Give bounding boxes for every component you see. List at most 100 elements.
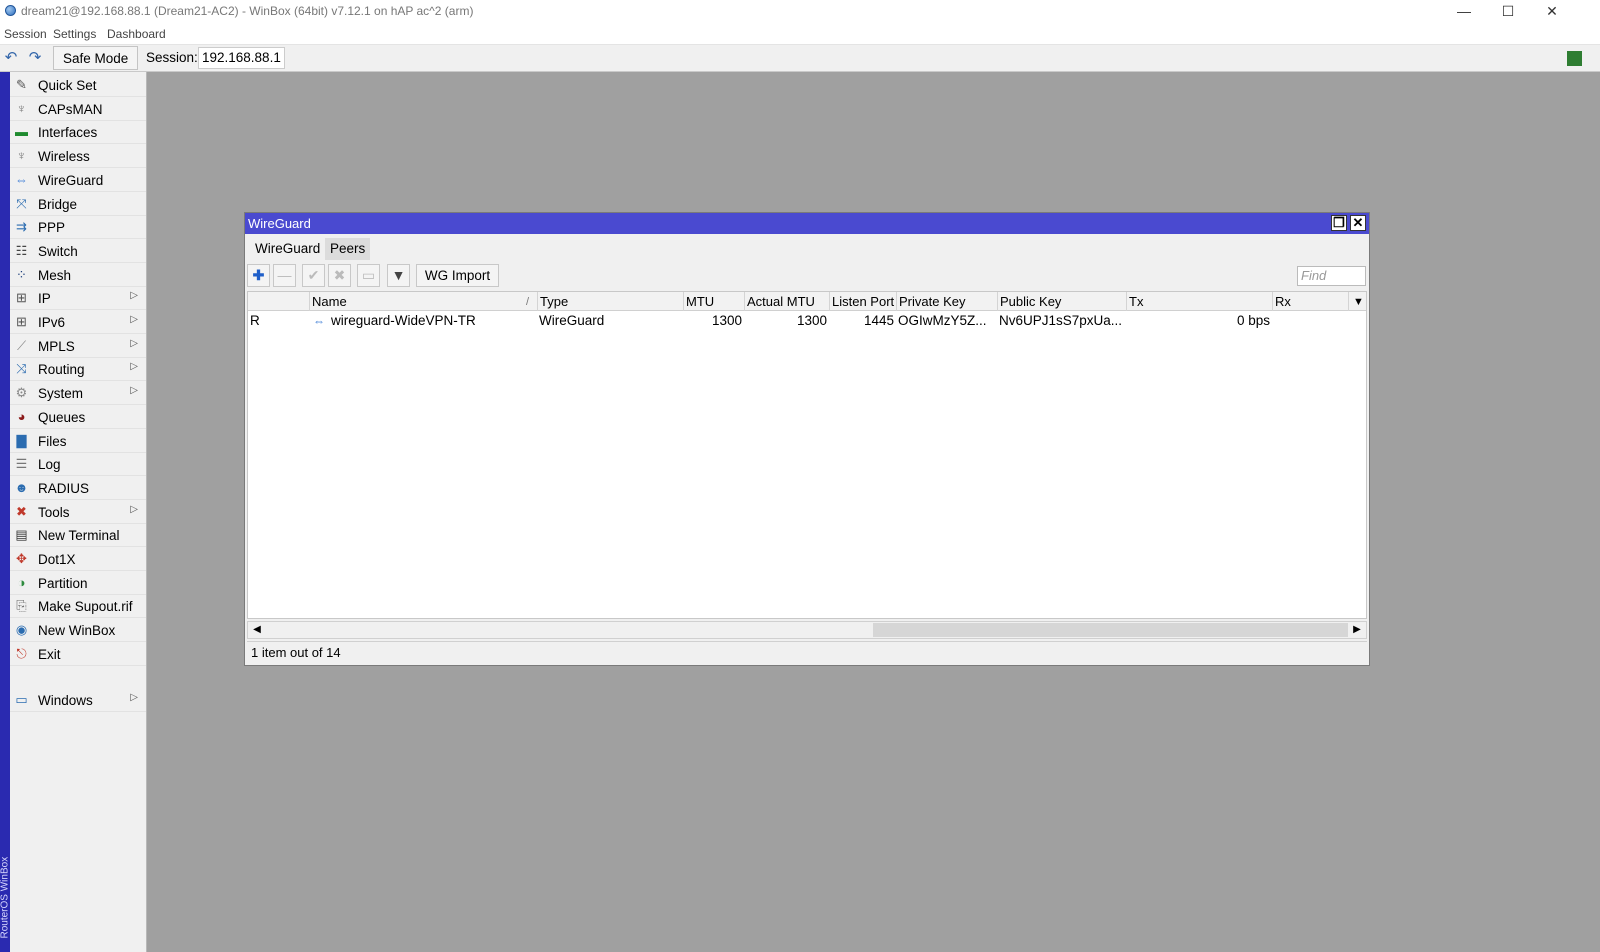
sidebar-item-wireguard[interactable]: ⇔ WireGuard	[10, 169, 146, 192]
col-name[interactable]: Name /	[309, 292, 537, 311]
sidebar-item-mpls[interactable]: ⟋ MPLS ▷	[10, 335, 146, 358]
sidebar-item-label: Routing	[38, 362, 85, 378]
scroll-thumb[interactable]	[873, 623, 1348, 637]
redo-icon[interactable]: ↷	[24, 48, 46, 68]
submenu-arrow-icon: ▷	[130, 361, 138, 373]
system-gear-icon: ⚙	[15, 385, 28, 401]
winbox-app-icon	[5, 5, 16, 16]
sidebar-item-label: New WinBox	[38, 623, 116, 639]
queues-icon: ◕	[17, 408, 26, 424]
sidebar-item-label: Queues	[38, 409, 86, 425]
sidebar-item-capsman[interactable]: ♆ CAPsMAN	[10, 98, 146, 121]
status-indicator	[1567, 51, 1582, 66]
log-icon: ☰	[15, 456, 28, 472]
sidebar-item-switch[interactable]: ☷ Switch	[10, 240, 146, 263]
sidebar-item-label: Bridge	[38, 196, 78, 212]
cell-tx: 0 bps	[1236, 313, 1270, 328]
col-name-label: Name	[312, 294, 347, 309]
sidebar-item-ip[interactable]: ⊞ IP ▷	[10, 287, 146, 311]
sidebar-item-mesh[interactable]: ⁘ Mesh	[10, 264, 146, 287]
sidebar-item-interfaces[interactable]: ▬ Interfaces	[10, 121, 146, 145]
tab-wireguard[interactable]: WireGuard	[250, 238, 326, 260]
sidebar-item-label: System	[38, 386, 84, 402]
brand-text: RouterOS WinBox	[0, 856, 10, 939]
interfaces-icon: ▬	[15, 124, 28, 140]
sidebar-item-label: Dot1X	[38, 552, 76, 567]
sidebar-item-ppp[interactable]: ⇉ PPP	[10, 216, 146, 240]
scroll-left-arrow-icon[interactable]: ◀	[248, 622, 266, 638]
columns-menu-icon[interactable]: ▼	[1348, 292, 1366, 311]
sidebar-item-quick-set[interactable]: ✎ Quick Set	[10, 74, 146, 97]
sidebar-item-new-terminal[interactable]: ▤ New Terminal	[10, 524, 146, 548]
find-input[interactable]: Find	[1297, 266, 1366, 286]
sidebar-item-files[interactable]: ▇ Files	[10, 430, 146, 453]
cell-type: WireGuard	[539, 313, 605, 328]
tab-peers[interactable]: Peers	[325, 238, 371, 260]
menu-dashboard[interactable]: Dashboard	[107, 27, 166, 41]
filter-icon[interactable]: ▼	[387, 264, 410, 287]
sidebar-item-exit[interactable]: ⎋ Exit	[10, 643, 146, 666]
sidebar-item-dot1x[interactable]: ✥ Dot1X	[10, 548, 146, 571]
menu-session[interactable]: Session	[4, 27, 47, 41]
sidebar-item-tools[interactable]: ✖ Tools ▷	[10, 501, 146, 524]
sidebar-item-windows[interactable]: ▭ Windows ▷	[10, 689, 146, 712]
comment-icon[interactable]: ▭	[357, 264, 380, 287]
routing-icon: ⤨	[16, 361, 27, 377]
sidebar-item-make-supout-rif[interactable]: ⎘ Make Supout.rif	[10, 595, 146, 619]
sidebar-item-label: Wireless	[38, 149, 90, 165]
wireguard-icon: ⇔	[15, 171, 28, 187]
sidebar-item-label: RADIUS	[38, 480, 90, 496]
sidebar-item-partition[interactable]: ◑ Partition	[10, 572, 146, 595]
sidebar-item-log[interactable]: ☰ Log	[10, 453, 146, 477]
cell-flag: R	[250, 313, 260, 328]
enable-icon[interactable]: ✔	[302, 264, 325, 287]
col-tx[interactable]: Tx	[1126, 292, 1272, 311]
col-public-key[interactable]: Public Key	[997, 292, 1126, 311]
col-listen-port[interactable]: Listen Port	[829, 292, 896, 311]
item-count: 1 item out of 14	[251, 645, 341, 660]
sidebar: ✎ Quick Set ♆ CAPsMAN ▬ Interfaces ♆ Wireless ⇔ W…	[10, 72, 147, 952]
col-flags[interactable]	[248, 292, 309, 311]
wg-import-button[interactable]: WG Import	[416, 264, 499, 287]
sidebar-item-ipv6[interactable]: ⊞ IPv6 ▷	[10, 311, 146, 334]
sidebar-item-routing[interactable]: ⤨ Routing ▷	[10, 358, 146, 382]
col-rx[interactable]: Rx	[1272, 292, 1348, 311]
col-private-key[interactable]: Private Key	[896, 292, 997, 311]
sidebar-item-wireless[interactable]: ♆ Wireless	[10, 145, 146, 169]
close-button[interactable]: ✕	[1530, 0, 1574, 23]
wireguard-window: WireGuard ❐ ✕ WireGuard Peers ✚ — ✔ ✖ ▭ …	[244, 212, 1370, 666]
horizontal-scrollbar[interactable]: ◀ ▶	[247, 621, 1367, 639]
ip-icon: ⊞	[16, 290, 27, 306]
disable-icon[interactable]: ✖	[328, 264, 351, 287]
col-mtu[interactable]: MTU	[683, 292, 744, 311]
col-actual-mtu[interactable]: Actual MTU	[744, 292, 829, 311]
col-type[interactable]: Type	[537, 292, 683, 311]
maximize-button[interactable]: ☐	[1486, 0, 1530, 23]
window-close-icon[interactable]: ✕	[1350, 215, 1366, 231]
undo-icon[interactable]: ↶	[0, 48, 22, 68]
add-icon[interactable]: ✚	[247, 264, 270, 287]
safe-mode-button[interactable]: Safe Mode	[53, 46, 139, 70]
sidebar-item-radius[interactable]: ☻ RADIUS	[10, 477, 146, 500]
wireguard-window-titlebar[interactable]: WireGuard ❐ ✕	[245, 213, 1369, 234]
menu-settings[interactable]: Settings	[53, 27, 96, 41]
status-bar: 1 item out of 14	[247, 641, 1367, 661]
sidebar-item-label: Interfaces	[38, 125, 98, 141]
terminal-icon: ▤	[15, 527, 28, 543]
minimize-button[interactable]: —	[1442, 0, 1486, 23]
ppp-icon: ⇉	[16, 219, 27, 235]
remove-icon[interactable]: —	[273, 264, 296, 287]
scroll-right-arrow-icon[interactable]: ▶	[1348, 622, 1366, 638]
session-field[interactable]: 192.168.88.1	[198, 47, 285, 69]
cell-name: wireguard-WideVPN-TR	[331, 313, 476, 328]
sidebar-item-new-winbox[interactable]: ◉ New WinBox	[10, 619, 146, 643]
supout-icon: ⎘	[16, 598, 27, 614]
antenna-icon: ♆	[16, 100, 27, 116]
sidebar-item-queues[interactable]: ◕ Queues	[10, 406, 146, 429]
window-restore-icon[interactable]: ❐	[1331, 215, 1347, 231]
mpls-icon: ⟋	[16, 337, 27, 353]
sidebar-item-system[interactable]: ⚙ System ▷	[10, 382, 146, 406]
sidebar-item-bridge[interactable]: ⤧ Bridge	[10, 193, 146, 216]
windows-icon: ▭	[15, 692, 28, 707]
sidebar-item-label: Quick Set	[38, 78, 97, 93]
